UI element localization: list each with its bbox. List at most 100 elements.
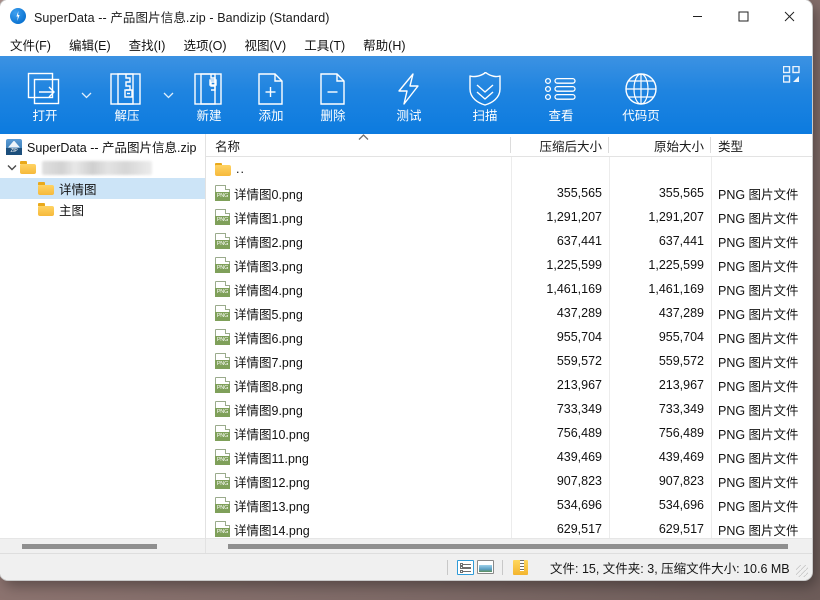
table-row[interactable]: 详情图4.png 1,461,169 1,461,169 PNG 图片文件 bbox=[206, 277, 812, 301]
cell-compressed: 907,823 bbox=[556, 474, 602, 488]
thumbnail-view-icon[interactable] bbox=[475, 558, 495, 576]
column-header-type[interactable]: 类型 bbox=[711, 134, 812, 156]
table-row[interactable]: 详情图7.png 559,572 559,572 PNG 图片文件 bbox=[206, 349, 812, 373]
table-row-parent[interactable]: .. bbox=[206, 157, 812, 181]
cell-compressed: 629,517 bbox=[556, 522, 602, 536]
cell-type: PNG 图片文件 bbox=[718, 523, 799, 538]
toolbar-test-button[interactable]: 测试 bbox=[378, 60, 440, 130]
table-row[interactable]: 详情图13.png 534,696 534,696 PNG 图片文件 bbox=[206, 493, 812, 517]
menu-options[interactable]: 选项(O) bbox=[183, 33, 235, 56]
expand-grid-icon[interactable] bbox=[776, 54, 806, 136]
file-name-label: 详情图10.png bbox=[234, 427, 310, 442]
cell-type: PNG 图片文件 bbox=[718, 451, 799, 466]
cell-original: 534,696 bbox=[658, 498, 704, 512]
file-name-label: 详情图14.png bbox=[234, 523, 310, 538]
cell-name: 详情图4.png bbox=[206, 277, 511, 301]
resize-grip-icon[interactable] bbox=[796, 565, 808, 577]
file-list-rows[interactable]: .. 详情图0.png 355,565 355,565 PNG 图片文件 详情图… bbox=[206, 157, 812, 538]
maximize-icon[interactable] bbox=[720, 0, 766, 32]
cell-type: PNG 图片文件 bbox=[718, 235, 799, 250]
toolbar-codepage-button[interactable]: 代码页 bbox=[606, 60, 676, 130]
toolbar-delete-button[interactable]: 删除 bbox=[302, 60, 364, 130]
column-header-compressed-size[interactable]: 压缩后大小 bbox=[511, 134, 609, 156]
table-row[interactable]: 详情图0.png 355,565 355,565 PNG 图片文件 bbox=[206, 181, 812, 205]
png-file-icon bbox=[215, 401, 230, 417]
cell-compressed: 637,441 bbox=[556, 234, 602, 248]
scrollbar-thumb[interactable] bbox=[228, 543, 788, 549]
table-row[interactable]: 详情图12.png 907,823 907,823 PNG 图片文件 bbox=[206, 469, 812, 493]
cell-compressed bbox=[511, 157, 609, 181]
file-list-body: .. 详情图0.png 355,565 355,565 PNG 图片文件 详情图… bbox=[206, 157, 812, 538]
png-file-icon bbox=[215, 209, 230, 225]
menu-file[interactable]: 文件(F) bbox=[10, 33, 60, 56]
cell-compressed: 756,489 bbox=[556, 426, 602, 440]
menu-edit[interactable]: 编辑(E) bbox=[69, 33, 120, 56]
cell-compressed: 213,967 bbox=[556, 378, 602, 392]
toolbar-scan-button[interactable]: 扫描 bbox=[454, 60, 516, 130]
minimize-icon[interactable] bbox=[674, 0, 720, 32]
file-list-horizontal-scrollbar[interactable] bbox=[206, 538, 812, 553]
cell-name: 详情图13.png bbox=[206, 493, 511, 517]
table-row[interactable]: 详情图8.png 213,967 213,967 PNG 图片文件 bbox=[206, 373, 812, 397]
extract-dropdown-chevron-down-icon[interactable] bbox=[158, 60, 178, 130]
tree-item-详情图[interactable]: 详情图 bbox=[0, 178, 205, 199]
bandizip-bolt-icon bbox=[10, 8, 26, 24]
chevron-down-icon[interactable] bbox=[4, 164, 20, 171]
table-row[interactable]: 详情图5.png 437,289 437,289 PNG 图片文件 bbox=[206, 301, 812, 325]
toolbar-open-button[interactable]: 打开 bbox=[14, 60, 76, 130]
menu-tools[interactable]: 工具(T) bbox=[304, 33, 354, 56]
tree-item-redacted-folder[interactable] bbox=[0, 157, 205, 178]
tree-item-label-redacted bbox=[42, 160, 152, 175]
table-row[interactable]: 详情图2.png 637,441 637,441 PNG 图片文件 bbox=[206, 229, 812, 253]
cell-original: 629,517 bbox=[658, 522, 704, 536]
column-header-original-size[interactable]: 原始大小 bbox=[609, 134, 711, 156]
file-name-label: 详情图2.png bbox=[234, 235, 303, 250]
toolbar-extract-button[interactable]: 解压 bbox=[96, 60, 158, 130]
column-gridline bbox=[511, 157, 512, 538]
open-archive-icon bbox=[27, 68, 63, 106]
table-row[interactable]: 详情图6.png 955,704 955,704 PNG 图片文件 bbox=[206, 325, 812, 349]
cell-name: 详情图2.png bbox=[206, 229, 511, 253]
sort-ascending-icon bbox=[358, 133, 369, 144]
open-dropdown-chevron-down-icon[interactable] bbox=[76, 60, 96, 130]
toolbar-add-button[interactable]: 添加 bbox=[240, 60, 302, 130]
cell-name: 详情图8.png bbox=[206, 373, 511, 397]
toolbar-view-label: 查看 bbox=[548, 108, 574, 123]
folder-icon bbox=[38, 182, 54, 195]
toolbar-test-label: 测试 bbox=[396, 108, 422, 123]
view-list-icon bbox=[543, 68, 579, 106]
toolbar-view-button[interactable]: 查看 bbox=[530, 60, 592, 130]
close-icon[interactable] bbox=[766, 0, 812, 32]
column-header-name[interactable]: 名称 bbox=[206, 134, 511, 156]
table-row[interactable]: 详情图14.png 629,517 629,517 PNG 图片文件 bbox=[206, 517, 812, 538]
table-row[interactable]: 详情图10.png 756,489 756,489 PNG 图片文件 bbox=[206, 421, 812, 445]
tree-horizontal-scrollbar[interactable] bbox=[0, 538, 205, 553]
archive-folder-icon[interactable] bbox=[510, 558, 530, 576]
folder-icon bbox=[215, 162, 231, 176]
scrollbar-thumb[interactable] bbox=[22, 543, 157, 549]
parent-directory-label: .. bbox=[236, 162, 245, 176]
cell-name: .. bbox=[206, 157, 511, 181]
table-row[interactable]: 详情图11.png 439,469 439,469 PNG 图片文件 bbox=[206, 445, 812, 469]
png-file-icon bbox=[215, 257, 230, 273]
cell-type: PNG 图片文件 bbox=[718, 427, 799, 442]
content-area: SuperData -- 产品图片信息.zip 详情图 bbox=[0, 134, 812, 553]
menu-view[interactable]: 视图(V) bbox=[245, 33, 296, 56]
file-name-label: 详情图9.png bbox=[234, 403, 303, 418]
tree-root-archive[interactable]: SuperData -- 产品图片信息.zip bbox=[0, 136, 205, 157]
status-divider bbox=[502, 559, 503, 575]
menu-bar: 文件(F) 编辑(E) 查找(I) 选项(O) 视图(V) 工具(T) 帮助(H… bbox=[0, 32, 812, 56]
cell-original: 355,565 bbox=[658, 186, 704, 200]
table-row[interactable]: 详情图1.png 1,291,207 1,291,207 PNG 图片文件 bbox=[206, 205, 812, 229]
folder-tree[interactable]: SuperData -- 产品图片信息.zip 详情图 bbox=[0, 134, 205, 538]
file-name-label: 详情图0.png bbox=[234, 187, 303, 202]
menu-help[interactable]: 帮助(H) bbox=[363, 33, 414, 56]
cell-original: 756,489 bbox=[658, 426, 704, 440]
toolbar-new-button[interactable]: 新建 bbox=[178, 60, 240, 130]
table-row[interactable]: 详情图9.png 733,349 733,349 PNG 图片文件 bbox=[206, 397, 812, 421]
list-view-icon[interactable] bbox=[455, 558, 475, 576]
menu-find[interactable]: 查找(I) bbox=[129, 33, 175, 56]
tree-item-主图[interactable]: 主图 bbox=[0, 199, 205, 220]
column-header-compressed-label: 压缩后大小 bbox=[539, 139, 602, 154]
table-row[interactable]: 详情图3.png 1,225,599 1,225,599 PNG 图片文件 bbox=[206, 253, 812, 277]
